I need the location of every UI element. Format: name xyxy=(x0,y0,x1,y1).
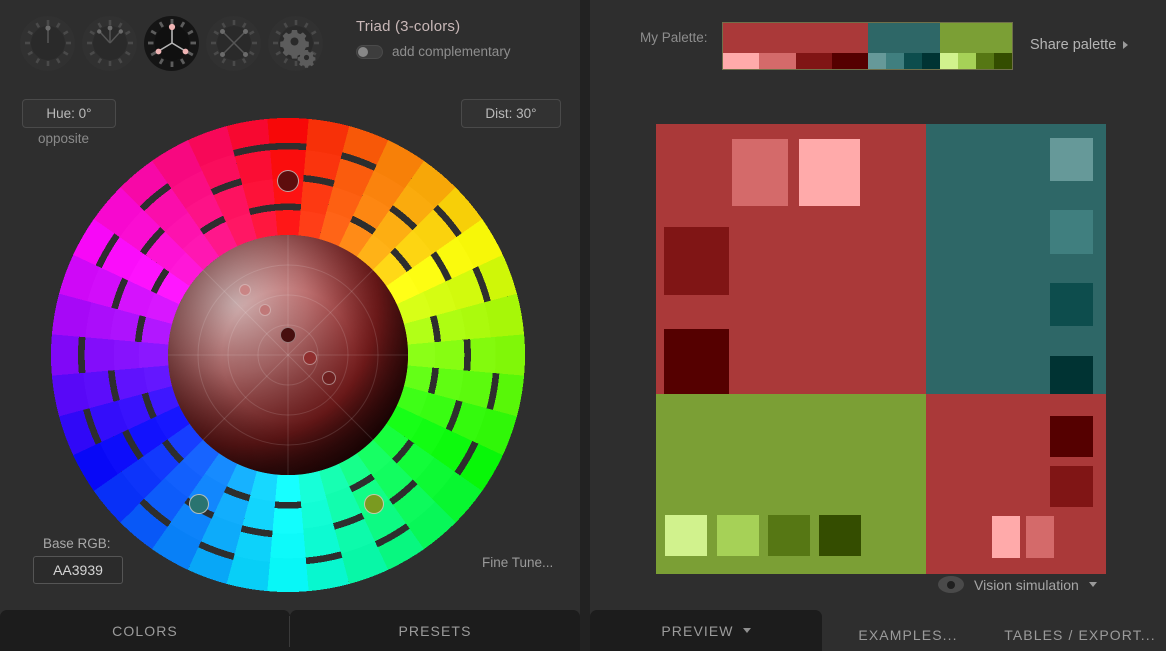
preview-chip[interactable] xyxy=(716,514,759,556)
left-panel: Triad (3-colors) add complementary Hue: … xyxy=(0,0,580,651)
custom-scheme-icon[interactable] xyxy=(268,15,323,71)
palette-sub-swatch[interactable] xyxy=(795,53,832,69)
add-complementary-toggle[interactable] xyxy=(356,44,383,59)
preview-chip[interactable] xyxy=(665,514,708,556)
preview-quadrant-top-right[interactable] xyxy=(926,124,1106,394)
preview-grid xyxy=(656,124,1106,574)
preview-quadrant-top-left[interactable] xyxy=(656,124,926,394)
wheel-marker-green[interactable] xyxy=(364,494,384,514)
preview-chip[interactable] xyxy=(991,516,1020,558)
palette-sub-swatches xyxy=(940,53,1012,69)
chevron-right-icon xyxy=(1123,41,1129,49)
vision-simulation-button[interactable]: Vision simulation xyxy=(938,576,1097,593)
preview-chip[interactable] xyxy=(768,514,810,556)
palette-sub-swatches xyxy=(868,53,940,69)
wheel-marker-base[interactable] xyxy=(277,170,299,192)
preview-chip[interactable] xyxy=(731,138,789,207)
palette-sub-swatch[interactable] xyxy=(759,53,796,69)
inner-marker-dark1[interactable] xyxy=(303,351,317,365)
scheme-title: Triad (3-colors) xyxy=(356,18,461,35)
inner-marker-base[interactable] xyxy=(280,327,296,343)
add-complementary-label: add complementary xyxy=(392,44,511,59)
palette-sub-swatch[interactable] xyxy=(723,53,760,69)
preview-chip[interactable] xyxy=(664,329,729,394)
palette-sub-swatch[interactable] xyxy=(868,53,886,69)
tab-examples[interactable]: EXAMPLES... xyxy=(822,610,994,651)
mono-scheme-icon[interactable] xyxy=(20,15,75,71)
share-palette-label: Share palette xyxy=(1030,37,1117,53)
tab-preview-label: PREVIEW xyxy=(661,622,734,639)
preview-chip[interactable] xyxy=(1025,516,1054,558)
palette-sub-swatch[interactable] xyxy=(958,53,976,69)
analogous-scheme-icon[interactable] xyxy=(82,15,137,71)
panel-separator xyxy=(580,0,590,651)
preview-chip[interactable] xyxy=(819,514,862,556)
right-panel: My Palette: Share palette Vision simulat… xyxy=(590,0,1166,651)
palette-sub-swatch[interactable] xyxy=(994,53,1012,69)
preview-chip[interactable] xyxy=(1050,356,1094,394)
tab-preview[interactable]: PREVIEW xyxy=(590,610,822,651)
color-wheel[interactable] xyxy=(51,118,525,592)
preview-chip[interactable] xyxy=(664,226,729,296)
left-tabs: COLORS PRESETS xyxy=(0,610,580,651)
preview-chip[interactable] xyxy=(1050,466,1094,508)
triad-scheme-icon[interactable] xyxy=(144,15,199,71)
inner-marker-light2[interactable] xyxy=(239,284,251,296)
preview-chip[interactable] xyxy=(1050,137,1094,181)
palette-sub-swatch[interactable] xyxy=(831,53,868,69)
palette-strip[interactable] xyxy=(722,22,1013,70)
preview-chip[interactable] xyxy=(1050,283,1094,327)
palette-group-red[interactable] xyxy=(723,23,868,69)
scheme-info: Triad (3-colors) add complementary xyxy=(356,18,576,59)
chevron-down-icon xyxy=(742,628,751,633)
palette-sub-swatch[interactable] xyxy=(886,53,904,69)
chevron-down-icon xyxy=(1088,582,1097,587)
palette-sub-swatch[interactable] xyxy=(922,53,940,69)
scheme-toolbar xyxy=(20,14,323,72)
add-complementary-row[interactable]: add complementary xyxy=(356,44,576,59)
inner-marker-light1[interactable] xyxy=(259,304,271,316)
wheel-marker-teal[interactable] xyxy=(189,494,209,514)
fine-tune-button[interactable]: Fine Tune... xyxy=(482,555,553,570)
palette-main-swatch[interactable] xyxy=(723,23,868,53)
base-rgb-label: Base RGB: xyxy=(43,536,111,551)
palette-main-swatch[interactable] xyxy=(868,23,940,53)
preview-chip[interactable] xyxy=(1050,210,1094,254)
palette-group-green[interactable] xyxy=(940,23,1012,69)
tab-divider xyxy=(289,616,290,647)
preview-quadrant-bottom-left[interactable] xyxy=(656,394,926,574)
palette-sub-swatches xyxy=(723,53,868,69)
my-palette-row: My Palette: Share palette xyxy=(590,22,1166,72)
preview-chip[interactable] xyxy=(799,138,860,207)
palette-main-swatch[interactable] xyxy=(940,23,1012,53)
palette-sub-swatch[interactable] xyxy=(904,53,922,69)
tab-presets[interactable]: PRESETS xyxy=(290,610,580,651)
my-palette-label: My Palette: xyxy=(640,30,708,45)
right-tabs: PREVIEW EXAMPLES... TABLES / EXPORT... xyxy=(590,610,1166,651)
vision-simulation-label: Vision simulation xyxy=(974,576,1079,593)
tab-tables-export[interactable]: TABLES / EXPORT... xyxy=(994,610,1166,651)
tetrad-scheme-icon[interactable] xyxy=(206,15,261,71)
tab-colors[interactable]: COLORS xyxy=(0,610,290,651)
share-palette-button[interactable]: Share palette xyxy=(1030,37,1129,53)
inner-marker-dark2[interactable] xyxy=(322,371,336,385)
preview-chip[interactable] xyxy=(1050,415,1094,457)
preview-quadrant-bottom-right[interactable] xyxy=(926,394,1106,574)
palette-group-teal[interactable] xyxy=(868,23,940,69)
color-scheme-designer-app: Triad (3-colors) add complementary Hue: … xyxy=(0,0,1166,651)
palette-sub-swatch[interactable] xyxy=(940,53,958,69)
palette-sub-swatch[interactable] xyxy=(976,53,994,69)
eye-icon xyxy=(938,576,964,593)
base-rgb-input[interactable]: AA3939 xyxy=(33,556,123,584)
